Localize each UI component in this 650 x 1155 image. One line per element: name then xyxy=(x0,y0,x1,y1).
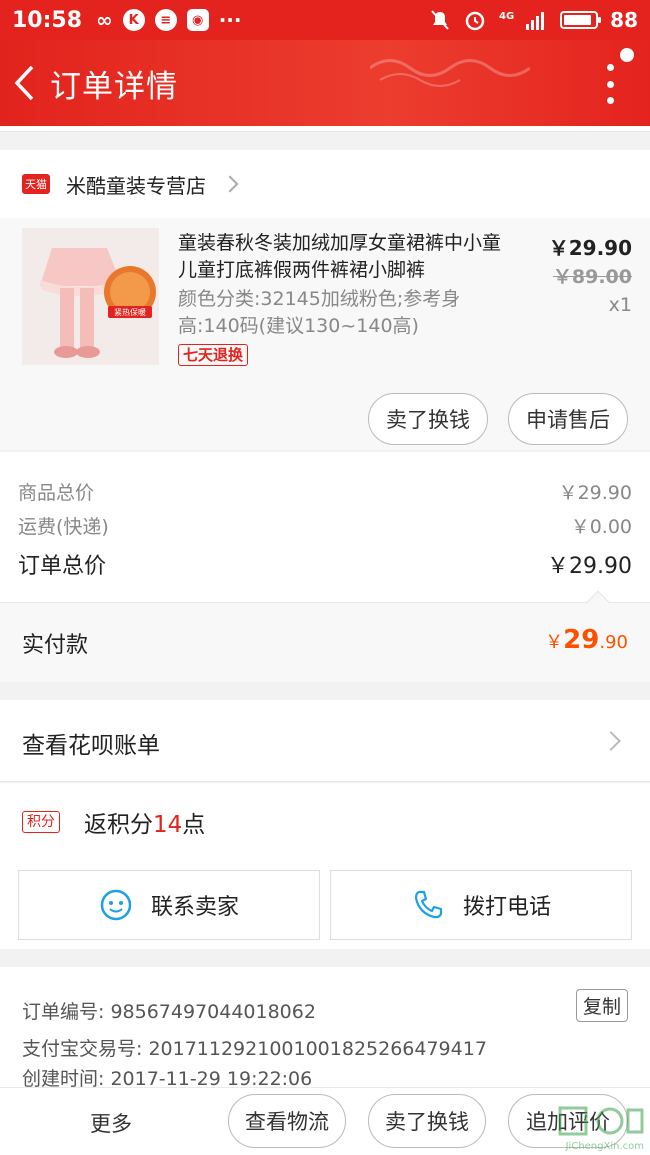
status-system-icons: 4G 88 xyxy=(429,8,638,32)
shop-row[interactable]: 天猫 米酷童装专营店 xyxy=(0,150,650,218)
status-bar: 10:58 ∞ K ≡ ◉ ··· 4G 88 xyxy=(0,0,650,40)
sell-item-bottom-button[interactable]: 卖了换钱 xyxy=(368,1094,486,1148)
signal-icon xyxy=(526,12,545,30)
paid-integer: 29 xyxy=(563,625,600,655)
call-phone-button[interactable]: 拨打电话 xyxy=(330,870,632,940)
paid-amount-row: 实付款 ￥29.90 xyxy=(0,590,650,682)
mute-bell-icon xyxy=(431,10,449,30)
watermark-text: JiChengXin.com xyxy=(565,1141,644,1152)
order-total-row: 订单总价 ￥29.90 xyxy=(18,548,632,580)
person-icon: ◉ xyxy=(186,9,209,31)
product-illustration: 紧热保暖 xyxy=(22,228,159,365)
copy-button[interactable]: 复制 xyxy=(575,989,628,1022)
order-number: 订单编号: 98567497044018062 xyxy=(22,1001,316,1023)
order-meta: 订单编号: 98567497044018062 复制 支付宝交易号: 20171… xyxy=(0,967,650,1090)
product-price: ￥29.90 xyxy=(548,236,632,260)
after-sale-button[interactable]: 申请售后 xyxy=(508,393,628,445)
view-logistics-button[interactable]: 查看物流 xyxy=(228,1094,346,1148)
chevron-right-icon xyxy=(601,731,621,751)
tmall-badge: 天猫 xyxy=(22,174,50,194)
more-menu-button[interactable] xyxy=(600,64,620,104)
points-text: 返积分14点 xyxy=(84,812,206,838)
order-item-card: 天猫 米酷童装专营店 紧热保暖 童装春秋冬装加绒加厚女童裙裤中小童儿童打底裤假两… xyxy=(0,150,650,450)
huabei-label: 查看花呗账单 xyxy=(22,733,160,759)
battery-level: 88 xyxy=(610,8,638,32)
infinity-icon: ∞ xyxy=(96,8,113,32)
header-decoration xyxy=(370,59,530,87)
call-phone-label: 拨打电话 xyxy=(462,894,551,919)
app-header: 订单详情 xyxy=(0,40,650,126)
product-spec: 颜色分类:32145加绒粉色;参考身高:140码(建议130~140高) xyxy=(178,288,461,337)
goods-total-row: 商品总价 ￥29.90 xyxy=(18,478,632,505)
paid-currency: ￥ xyxy=(545,632,564,653)
chat-bubble-icon xyxy=(100,889,132,921)
points-row: 积分 返积分14点 xyxy=(0,783,650,859)
points-badge: 积分 xyxy=(22,811,60,833)
status-notification-icons: ∞ K ≡ ◉ ··· xyxy=(96,8,241,32)
huabei-bill-row[interactable]: 查看花呗账单 xyxy=(0,700,650,782)
k-app-icon: K xyxy=(122,9,145,31)
contact-seller-button[interactable]: 联系卖家 xyxy=(18,870,320,940)
product-item[interactable]: 紧热保暖 童装春秋冬装加绒加厚女童裙裤中小童儿童打底裤假两件裤裙小脚裤 颜色分类… xyxy=(0,218,650,450)
original-price: ￥89.00 xyxy=(552,266,632,288)
order-total-label: 订单总价 xyxy=(18,554,107,579)
shipping-label: 运费(快递) xyxy=(18,516,109,538)
status-time: 10:58 xyxy=(12,7,83,33)
paid-label: 实付款 xyxy=(22,633,89,658)
product-image[interactable]: 紧热保暖 xyxy=(22,228,159,365)
alarm-icon xyxy=(465,11,485,31)
order-total-value: ￥29.90 xyxy=(547,554,632,579)
more-notifications-icon: ··· xyxy=(218,8,242,32)
price-summary: 商品总价 ￥29.90 运费(快递) ￥0.00 订单总价 ￥29.90 xyxy=(0,452,650,602)
return-policy-badge: 七天退换 xyxy=(178,344,249,366)
notification-dot xyxy=(620,48,634,62)
watermark-logo: JiChengXin.com xyxy=(530,1104,646,1152)
svg-text:紧热保暖: 紧热保暖 xyxy=(114,307,146,317)
points-value: 14 xyxy=(153,812,183,838)
header-divider xyxy=(0,126,650,132)
product-title[interactable]: 童装春秋冬装加绒加厚女童裙裤中小童儿童打底裤假两件裤裙小脚裤 xyxy=(178,230,518,284)
shipping-value: ￥0.00 xyxy=(570,516,632,538)
more-button[interactable]: 更多 xyxy=(90,1108,132,1138)
shop-name: 米酷童装专营店 xyxy=(66,173,206,198)
product-quantity: x1 xyxy=(608,294,632,316)
back-arrow-icon xyxy=(14,65,34,101)
goods-total-label: 商品总价 xyxy=(18,482,95,504)
sell-item-button[interactable]: 卖了换钱 xyxy=(368,393,488,445)
phone-icon xyxy=(414,890,443,919)
watermark-icon xyxy=(558,1106,644,1136)
contact-seller-label: 联系卖家 xyxy=(150,894,239,919)
battery-icon xyxy=(560,11,602,29)
chat-icon: ≡ xyxy=(154,9,177,31)
contact-actions: 联系卖家 拨打电话 xyxy=(0,859,650,949)
paid-decimal: .90 xyxy=(599,632,628,653)
network-type: 4G xyxy=(498,11,515,22)
alipay-trade-number: 支付宝交易号: 2017112921001001825266479417 xyxy=(22,1038,487,1060)
page-title: 订单详情 xyxy=(50,68,178,105)
back-button[interactable] xyxy=(0,40,50,126)
chevron-right-icon xyxy=(221,175,239,193)
paid-amount: ￥29.90 xyxy=(545,625,628,655)
goods-total-value: ￥29.90 xyxy=(558,482,632,504)
shipping-row: 运费(快递) ￥0.00 xyxy=(18,512,632,539)
